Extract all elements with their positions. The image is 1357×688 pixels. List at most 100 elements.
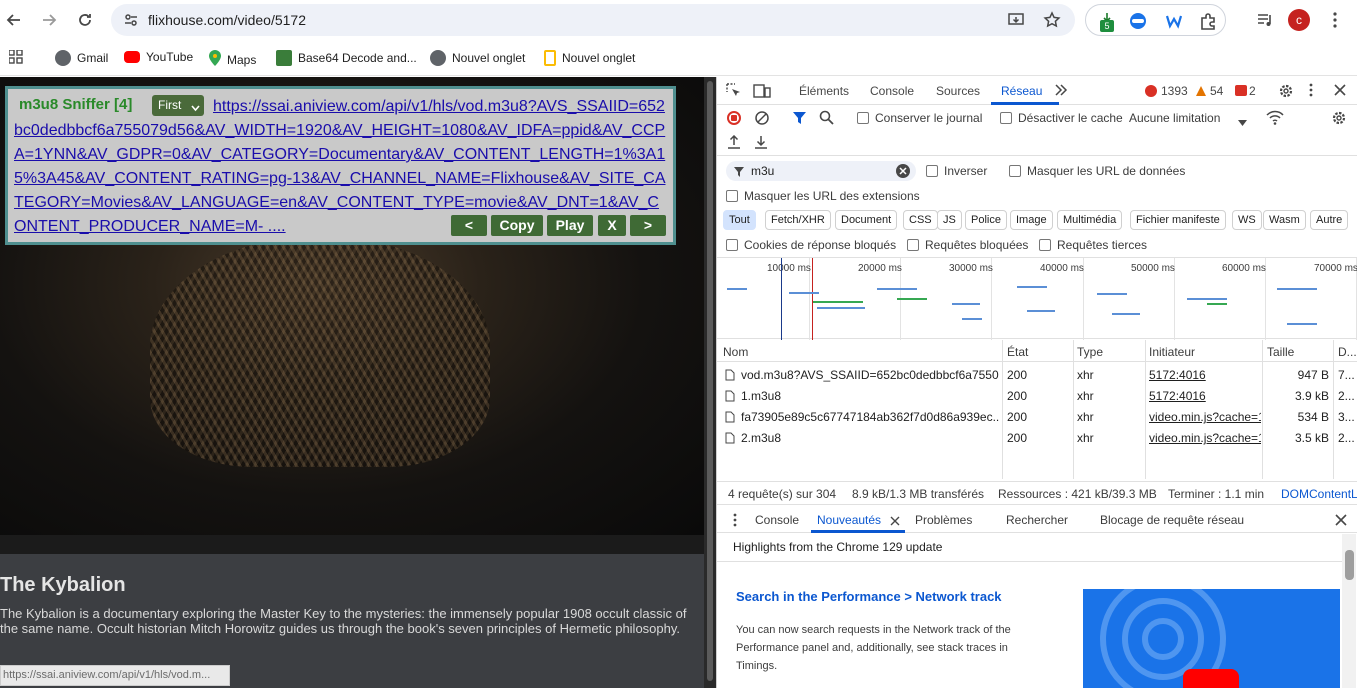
more-tabs-icon[interactable] bbox=[1054, 83, 1068, 100]
request-name[interactable]: 1.m3u8 bbox=[741, 389, 999, 403]
type-filter-fetch-xhr[interactable]: Fetch/XHR bbox=[765, 210, 831, 230]
type-filter-js[interactable]: JS bbox=[937, 210, 962, 230]
column-header-time[interactable]: D... bbox=[1338, 345, 1357, 359]
blocked-cookies-checkbox[interactable]: Cookies de réponse bloqués bbox=[726, 238, 896, 252]
next-button[interactable]: > bbox=[630, 215, 666, 236]
whats-new-heading[interactable]: Search in the Performance > Network trac… bbox=[736, 589, 1002, 604]
address-bar[interactable]: flixhouse.com/video/5172 bbox=[111, 4, 1075, 36]
devtools-menu-icon[interactable] bbox=[1309, 83, 1313, 100]
bookmark-nouvel-onglet-1[interactable]: Nouvel onglet bbox=[430, 50, 525, 66]
close-button[interactable]: X bbox=[598, 215, 626, 236]
type-filter-css[interactable]: CSS bbox=[903, 210, 938, 230]
type-filter-other[interactable]: Autre bbox=[1310, 210, 1349, 230]
throttling-chevron-icon[interactable] bbox=[1238, 115, 1247, 129]
type-filter-all[interactable]: Tout bbox=[723, 210, 756, 230]
bookmark-base64[interactable]: Base64 Decode and... bbox=[276, 50, 417, 66]
table-row[interactable]: vod.m3u8?AVS_SSAIID=652bc0dedbbcf6a7550.… bbox=[717, 365, 1357, 386]
column-header-initiator[interactable]: Initiateur bbox=[1149, 345, 1195, 359]
apps-grid-icon[interactable] bbox=[8, 49, 23, 67]
type-filter-manifest[interactable]: Fichier manifeste bbox=[1130, 210, 1226, 230]
request-initiator[interactable]: 5172:4016 bbox=[1149, 389, 1261, 403]
extension-download-icon[interactable]: 5 bbox=[1098, 11, 1116, 32]
type-filter-image[interactable]: Image bbox=[1010, 210, 1053, 230]
bookmark-nouvel-onglet-2[interactable]: Nouvel onglet bbox=[544, 50, 635, 66]
network-settings-icon[interactable] bbox=[1331, 110, 1347, 129]
bookmark-gmail[interactable]: Gmail bbox=[55, 50, 108, 66]
column-header-status[interactable]: État bbox=[1007, 345, 1028, 359]
drawer-tab-console[interactable]: Console bbox=[755, 513, 799, 527]
install-app-icon[interactable] bbox=[1007, 11, 1025, 32]
extensions-puzzle-icon[interactable] bbox=[1198, 11, 1218, 34]
drawer-menu-icon[interactable] bbox=[733, 513, 737, 530]
scrollbar-thumb[interactable] bbox=[707, 81, 713, 681]
bookmark-youtube[interactable]: YouTube bbox=[124, 50, 193, 64]
filter-value[interactable]: m3u bbox=[751, 164, 774, 178]
export-har-icon[interactable] bbox=[754, 135, 768, 152]
request-initiator[interactable]: video.min.js?cache=1 bbox=[1149, 431, 1261, 445]
column-header-size[interactable]: Taille bbox=[1267, 345, 1294, 359]
column-header-type[interactable]: Type bbox=[1077, 345, 1103, 359]
forward-arrow-icon[interactable] bbox=[37, 8, 61, 32]
close-whats-new-icon[interactable] bbox=[890, 515, 900, 529]
clear-filter-icon[interactable] bbox=[896, 164, 910, 178]
inspect-element-icon[interactable] bbox=[726, 83, 742, 102]
request-initiator[interactable]: 5172:4016 bbox=[1149, 368, 1261, 382]
tab-elements[interactable]: Éléments bbox=[799, 84, 849, 98]
whats-new-thumbnail[interactable] bbox=[1083, 589, 1340, 688]
device-toolbar-icon[interactable] bbox=[753, 83, 771, 102]
scrollbar-thumb[interactable] bbox=[1345, 550, 1354, 580]
drawer-scrollbar[interactable] bbox=[1342, 534, 1356, 688]
bookmark-maps[interactable]: Maps bbox=[209, 50, 256, 69]
disable-cache-checkbox[interactable]: Désactiver le cache bbox=[1000, 111, 1123, 125]
address-url[interactable]: flixhouse.com/video/5172 bbox=[148, 12, 306, 28]
request-name[interactable]: fa73905e89c5c67747184ab362f7d0d86a939ec.… bbox=[741, 410, 999, 424]
table-row[interactable]: 2.m3u8 200 xhr video.min.js?cache=1 3.5 … bbox=[717, 428, 1357, 449]
hide-data-urls-checkbox[interactable]: Masquer les URL de données bbox=[1009, 164, 1185, 178]
table-row[interactable]: fa73905e89c5c67747184ab362f7d0d86a939ec.… bbox=[717, 407, 1357, 428]
warning-count[interactable]: 54 bbox=[1210, 84, 1223, 98]
tab-console[interactable]: Console bbox=[870, 84, 914, 98]
throttling-select[interactable]: Aucune limitation bbox=[1129, 111, 1220, 125]
column-header-name[interactable]: Nom bbox=[723, 345, 748, 359]
request-name[interactable]: 2.m3u8 bbox=[741, 431, 999, 445]
sniffer-select[interactable]: First bbox=[152, 95, 204, 116]
close-devtools-icon[interactable] bbox=[1334, 84, 1346, 99]
play-button[interactable]: Play bbox=[547, 215, 593, 236]
extension-w-icon[interactable] bbox=[1164, 11, 1184, 34]
request-initiator[interactable]: video.min.js?cache=1 bbox=[1149, 410, 1261, 424]
type-filter-document[interactable]: Document bbox=[835, 210, 898, 230]
extension-mask-icon[interactable] bbox=[1128, 11, 1148, 34]
reload-icon[interactable] bbox=[73, 8, 97, 32]
blocked-requests-checkbox[interactable]: Requêtes bloquées bbox=[907, 238, 1028, 252]
type-filter-ws[interactable]: WS bbox=[1232, 210, 1262, 230]
request-name[interactable]: vod.m3u8?AVS_SSAIID=652bc0dedbbcf6a7550.… bbox=[741, 368, 999, 382]
settings-gear-icon[interactable] bbox=[1278, 83, 1294, 102]
type-filter-media[interactable]: Multimédia bbox=[1057, 210, 1123, 230]
issues-count[interactable]: 2 bbox=[1249, 84, 1256, 98]
tab-sources[interactable]: Sources bbox=[936, 84, 980, 98]
preserve-log-checkbox[interactable]: Conserver le journal bbox=[857, 111, 982, 125]
media-control-icon[interactable] bbox=[1253, 8, 1277, 32]
drawer-tab-request-blocking[interactable]: Blocage de requête réseau bbox=[1100, 513, 1244, 527]
page-scrollbar[interactable] bbox=[704, 77, 716, 688]
hide-extension-urls-checkbox[interactable]: Masquer les URL des extensions bbox=[726, 189, 920, 203]
record-icon[interactable] bbox=[727, 111, 741, 125]
table-row[interactable]: 1.m3u8 200 xhr 5172:4016 3.9 kB 2... bbox=[717, 386, 1357, 407]
type-filter-font[interactable]: Police bbox=[965, 210, 1007, 230]
prev-button[interactable]: < bbox=[451, 215, 487, 236]
error-count[interactable]: 1393 bbox=[1161, 84, 1188, 98]
drawer-tab-search[interactable]: Rechercher bbox=[1006, 513, 1068, 527]
profile-avatar[interactable]: c bbox=[1288, 9, 1310, 31]
copy-button[interactable]: Copy bbox=[491, 215, 543, 236]
filter-input[interactable]: m3u bbox=[726, 161, 916, 181]
tab-network[interactable]: Réseau bbox=[1001, 84, 1042, 98]
site-settings-icon[interactable] bbox=[123, 12, 139, 31]
drawer-tab-whats-new[interactable]: Nouveautés bbox=[817, 513, 881, 527]
drawer-tab-issues[interactable]: Problèmes bbox=[915, 513, 972, 527]
network-conditions-icon[interactable] bbox=[1266, 110, 1284, 129]
type-filter-wasm[interactable]: Wasm bbox=[1263, 210, 1306, 230]
search-icon[interactable] bbox=[819, 110, 834, 128]
invert-checkbox[interactable]: Inverser bbox=[926, 164, 987, 178]
import-har-icon[interactable] bbox=[727, 134, 741, 152]
filter-funnel-icon[interactable] bbox=[792, 111, 807, 128]
